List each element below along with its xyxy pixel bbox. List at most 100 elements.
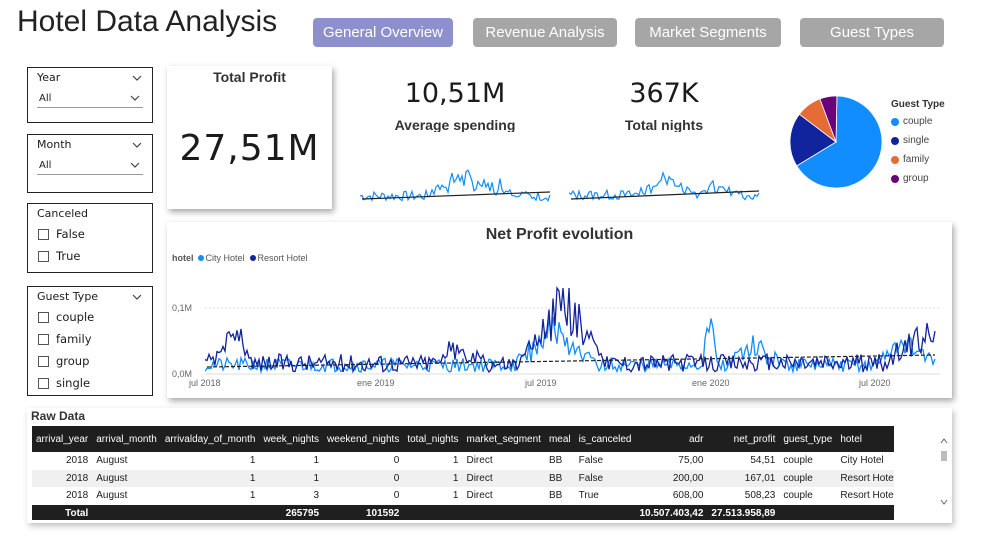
table-scrollbar[interactable] <box>940 430 948 510</box>
option-label: single <box>56 376 91 390</box>
canceled-option-false[interactable]: False <box>28 223 152 245</box>
month-dropdown[interactable]: All <box>37 157 143 175</box>
column-header[interactable]: arrivalday_of_month <box>160 426 260 452</box>
table-row[interactable]: 2018 August 1 1 0 1 Direct BB False 75,00 54,51 cou… <box>32 452 894 470</box>
year-dropdown[interactable]: All <box>37 90 143 108</box>
table-total-row: Total 265795 101592 10.507.403,42 27.513.958… <box>32 504 894 520</box>
guest-type-slicer-label: Guest Type <box>37 290 99 303</box>
checkbox[interactable] <box>38 250 49 262</box>
raw-data-table[interactable]: arrival_year arrival_month arrivalday_of_m… <box>32 426 894 520</box>
column-header[interactable]: week_nights <box>259 426 324 452</box>
guest-option-family[interactable]: family <box>28 328 152 350</box>
tab-general-overview[interactable]: General Overview <box>313 18 453 47</box>
chevron-down-icon[interactable] <box>131 291 143 303</box>
scroll-down-icon[interactable] <box>940 498 948 506</box>
checkbox[interactable] <box>38 377 49 389</box>
scroll-thumb[interactable] <box>941 451 947 461</box>
option-label: True <box>56 249 81 263</box>
legend-label: single <box>903 135 930 146</box>
tab-guest-types[interactable]: Guest Types <box>800 18 944 47</box>
scroll-up-icon[interactable] <box>940 437 948 445</box>
checkbox[interactable] <box>38 311 49 323</box>
table-cell: 2018 <box>66 455 89 467</box>
column-header[interactable]: total_nights <box>403 426 463 452</box>
raw-data-title: Raw Data <box>31 409 86 423</box>
total-profit-card[interactable]: Total Profit 27,51M <box>167 66 332 209</box>
net-profit-title: Net Profit evolution <box>485 226 634 243</box>
column-header[interactable]: is_canceled <box>574 426 636 452</box>
checkbox[interactable] <box>38 333 49 345</box>
table-cell: False <box>578 455 604 467</box>
table-cell: 2018 <box>32 469 93 487</box>
column-header[interactable]: arrival_year <box>32 426 93 452</box>
avg-spending-value: 10,51M <box>404 78 506 109</box>
guest-type-pie[interactable] <box>788 94 884 190</box>
table-cell: BB <box>548 455 563 467</box>
column-header[interactable]: meal <box>544 426 575 452</box>
legend-city[interactable]: City Hotel <box>206 253 245 263</box>
year-dropdown-value: All <box>39 92 52 104</box>
total-cell: 265795 <box>259 504 324 520</box>
month-slicer[interactable]: Month All <box>27 134 153 193</box>
table-cell: 2018 <box>66 490 89 502</box>
canceled-option-true[interactable]: True <box>28 245 152 267</box>
avg-spending-label: Average spending <box>394 117 516 132</box>
column-header[interactable]: net_profit <box>707 426 780 452</box>
avg-spending-sparkline <box>360 169 551 202</box>
net-profit-legend: hotel City Hotel Resort Hotel <box>172 253 308 263</box>
table-row[interactable]: 2018 August 1 1 0 1 Direct BB False 200,00 167,01 c… <box>32 469 894 487</box>
legend-resort[interactable]: Resort Hotel <box>258 253 308 263</box>
x-tick-0: jul 2018 <box>189 378 221 388</box>
column-header[interactable]: weekend_nights <box>323 426 404 452</box>
year-slicer[interactable]: Year All <box>27 67 153 123</box>
resort-dot-icon <box>249 255 256 261</box>
table-cell: 1 <box>452 490 459 502</box>
net-profit-card[interactable]: Net Profit evolution hotel City Hotel Re… <box>167 222 952 398</box>
guest-option-single[interactable]: single <box>28 372 152 394</box>
year-slicer-label: Year <box>37 71 61 84</box>
total-cell <box>779 504 837 520</box>
chevron-down-icon[interactable] <box>131 72 143 84</box>
table-cell: 54,51 <box>750 455 776 467</box>
chevron-down-icon[interactable] <box>131 139 143 151</box>
total-nights-value: 367K <box>629 78 699 109</box>
total-nights-label: Total nights <box>624 117 704 132</box>
x-tick-1: ene 2019 <box>357 378 395 388</box>
total-cell: 10.507.403,42 <box>635 504 708 520</box>
column-header[interactable]: adr <box>635 426 708 452</box>
legend-label: couple <box>903 116 933 127</box>
total-cell: 101592 <box>323 504 404 520</box>
checkbox[interactable] <box>38 355 49 367</box>
column-header[interactable]: market_segment <box>462 426 545 452</box>
total-cell <box>836 504 894 520</box>
total-cell <box>544 504 575 520</box>
canceled-slicer[interactable]: Canceled False True <box>27 203 153 273</box>
table-cell: 0 <box>393 490 400 502</box>
table-cell: 0 <box>323 469 404 487</box>
city-dot-icon <box>197 255 204 261</box>
tab-market-segments[interactable]: Market Segments <box>635 18 781 47</box>
table-cell: 0 <box>393 455 400 467</box>
legend-item-group[interactable]: group <box>891 169 945 188</box>
table-cell: 3 <box>313 490 320 502</box>
guest-type-slicer[interactable]: Guest Type couple family group single <box>27 286 153 396</box>
table-cell: City Hotel <box>840 455 884 467</box>
legend-item-single[interactable]: single <box>891 131 945 150</box>
table-cell: 1 <box>160 469 260 487</box>
raw-data-card[interactable]: Raw Data arrival_year arrival_month arriva… <box>27 408 952 523</box>
checkbox[interactable] <box>38 228 49 240</box>
table-row[interactable]: 2018 August 1 3 0 1 Direct BB True 608,00 508,23 co… <box>32 487 894 505</box>
column-header[interactable]: hotel <box>836 426 894 452</box>
option-label: False <box>56 227 85 241</box>
total-cell <box>160 504 260 520</box>
legend-item-couple[interactable]: couple <box>891 112 945 131</box>
table-cell: 75,00 <box>678 455 704 467</box>
legend-item-family[interactable]: family <box>891 150 945 169</box>
column-header[interactable]: guest_type <box>779 426 837 452</box>
month-dropdown-value: All <box>39 159 52 171</box>
column-header[interactable]: arrival_month <box>92 426 161 452</box>
tab-revenue-analysis[interactable]: Revenue Analysis <box>473 18 617 47</box>
guest-option-group[interactable]: group <box>28 350 152 372</box>
option-label: group <box>56 354 90 368</box>
guest-option-couple[interactable]: couple <box>28 306 152 328</box>
